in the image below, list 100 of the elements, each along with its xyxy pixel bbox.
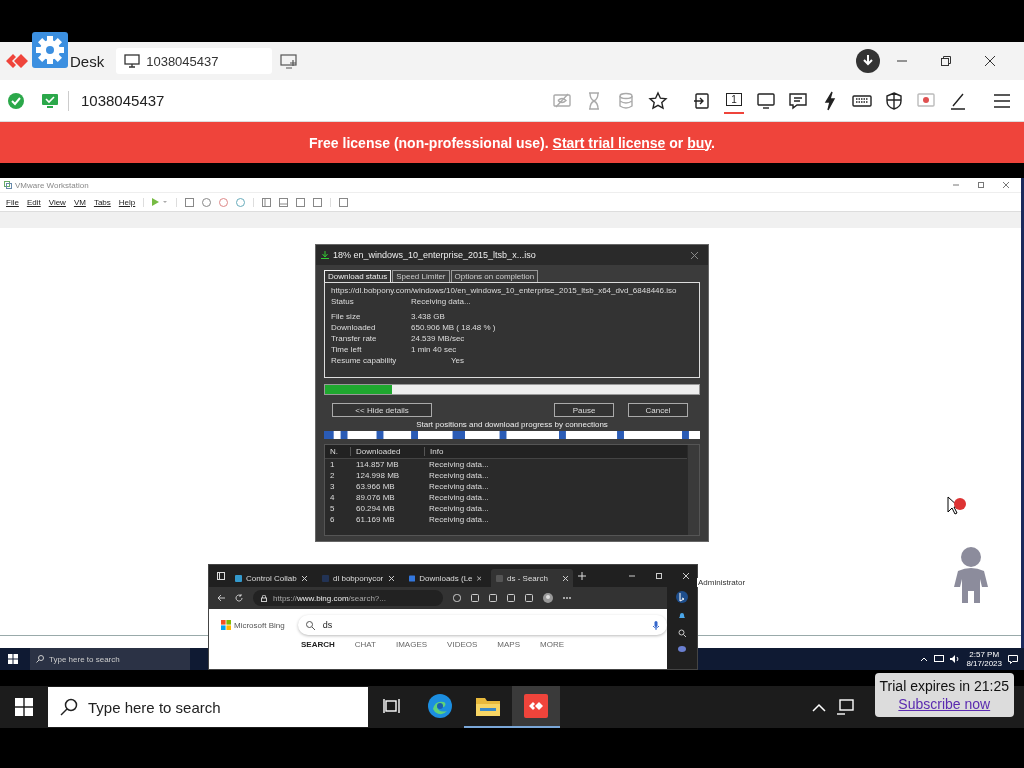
trial-notice: Trial expires in 21:25 bbox=[879, 677, 1009, 695]
table-cell-text: 5 bbox=[329, 504, 336, 513]
table-cell-text: 2 bbox=[329, 471, 336, 480]
search-field[interactable]: Type here to search bbox=[48, 687, 368, 727]
toolbar-icon[interactable] bbox=[262, 197, 272, 207]
table-cell-text: Receiving data... bbox=[428, 471, 490, 480]
network-icon[interactable] bbox=[934, 655, 945, 663]
chat-icon[interactable] bbox=[788, 90, 808, 111]
search-field[interactable]: ds bbox=[297, 615, 667, 635]
menu-item[interactable]: View bbox=[48, 197, 66, 207]
clock-time: 2:57 PM bbox=[969, 650, 1000, 659]
display-button[interactable]: 1 bbox=[724, 87, 744, 114]
network-icon[interactable] bbox=[836, 699, 854, 715]
scrollbar[interactable] bbox=[688, 445, 699, 535]
dialog-title: 18% en_windows_10_enterprise_2015_ltsb_x...iso bbox=[333, 250, 536, 260]
field-value: Yes bbox=[451, 356, 465, 366]
field-value: 24.539 MB/sec bbox=[411, 334, 465, 344]
table-cell-text: 114.857 MB bbox=[355, 460, 400, 469]
search-field[interactable]: Type here to search bbox=[30, 648, 190, 670]
volume-icon[interactable] bbox=[950, 655, 961, 663]
menu-item[interactable]: Tabs bbox=[93, 197, 111, 207]
column-header[interactable]: Downloaded bbox=[350, 447, 424, 456]
search-icon[interactable] bbox=[678, 629, 686, 637]
toolbar-icon[interactable] bbox=[507, 594, 515, 602]
logo-icon bbox=[6, 54, 30, 68]
close-icon[interactable] bbox=[985, 56, 995, 66]
task-view-icon[interactable] bbox=[383, 698, 401, 714]
new-session-icon[interactable] bbox=[280, 53, 299, 69]
window-title: VMware Workstation bbox=[15, 180, 89, 190]
field-value: 1 min 40 sec bbox=[411, 345, 457, 355]
restore-icon[interactable] bbox=[941, 56, 951, 66]
search-tab[interactable]: CHAT bbox=[354, 640, 376, 649]
menu-item[interactable]: File bbox=[6, 197, 19, 207]
toolbar-icon[interactable] bbox=[471, 594, 479, 602]
menu-item[interactable]: VM bbox=[73, 197, 86, 207]
toolbar-icon[interactable] bbox=[339, 197, 349, 207]
tooltip: Administrator bbox=[697, 578, 747, 587]
download-icon[interactable] bbox=[856, 49, 880, 73]
maximize-icon[interactable] bbox=[656, 573, 662, 579]
chevron-up-icon[interactable] bbox=[812, 702, 826, 712]
menu-item[interactable]: Help bbox=[118, 197, 136, 207]
search-tab[interactable]: IMAGES bbox=[395, 640, 428, 649]
field-label: Resume capability bbox=[331, 356, 398, 366]
cancel-button[interactable]: Cancel bbox=[628, 403, 688, 417]
tab[interactable]: Download status bbox=[324, 270, 392, 282]
search-tab[interactable]: SEARCH bbox=[301, 640, 335, 649]
monitor-icon bbox=[42, 93, 58, 108]
browser-tab[interactable]: ds - Search bbox=[491, 569, 573, 587]
windows-icon[interactable] bbox=[8, 654, 18, 664]
field-value: 3.438 GB bbox=[411, 312, 445, 322]
site-icon bbox=[496, 574, 503, 582]
remote-desktop-button[interactable] bbox=[512, 686, 560, 728]
chevron-up-icon[interactable] bbox=[920, 656, 929, 662]
browser-tab[interactable]: dl bobponycor bbox=[317, 569, 399, 587]
shield-icon[interactable] bbox=[884, 90, 904, 111]
star-icon[interactable] bbox=[648, 90, 668, 111]
bell-icon[interactable] bbox=[678, 612, 686, 620]
table-cell-text: 61.169 MB bbox=[355, 515, 396, 524]
new-tab-icon[interactable] bbox=[578, 572, 586, 580]
column-header[interactable]: Info bbox=[424, 447, 687, 456]
microphone-icon[interactable] bbox=[653, 620, 659, 630]
remote-address: 1038045437 bbox=[81, 92, 165, 109]
browser-tab[interactable]: Control Collab bbox=[230, 569, 312, 587]
search-tab[interactable]: MORE bbox=[540, 640, 564, 649]
toolbar-icon[interactable] bbox=[453, 594, 461, 602]
pause-button[interactable]: Pause bbox=[554, 403, 614, 417]
field-label: Transfer rate bbox=[331, 334, 378, 344]
minimize-icon[interactable] bbox=[629, 573, 635, 579]
windows-icon[interactable] bbox=[15, 698, 33, 716]
search-tab[interactable]: MAPS bbox=[497, 640, 520, 649]
table-cell-text: 60.294 MB bbox=[355, 504, 396, 513]
field-label: File size bbox=[331, 312, 362, 322]
toolbar-icon[interactable] bbox=[489, 594, 497, 602]
menu-item[interactable]: Edit bbox=[26, 197, 41, 207]
trial-license-link[interactable]: Start trial license bbox=[552, 134, 666, 151]
details-button[interactable]: << Hide details bbox=[332, 403, 432, 417]
table-cell-text: Receiving data... bbox=[428, 504, 490, 513]
brand-name: Microsoft Bing bbox=[234, 620, 285, 630]
download-url: https://dl.bobpony.com/windows/10/en_windows_10_enterprise_2015_ltsb_x64_dvd_6848446.iso bbox=[331, 286, 678, 296]
session-tab[interactable]: 1038045437 bbox=[116, 48, 273, 74]
toolbar-icon[interactable] bbox=[525, 594, 533, 602]
tab-actions-icon[interactable] bbox=[217, 572, 225, 580]
address-bar[interactable]: https://www.bing.com/search?... bbox=[253, 590, 443, 606]
browser-tab[interactable]: Downloads (Le bbox=[404, 569, 486, 587]
toolbar-icon[interactable] bbox=[678, 646, 686, 652]
search-icon bbox=[60, 698, 78, 716]
column-header[interactable]: N. bbox=[325, 447, 350, 456]
table-cell-text: 89.076 MB bbox=[355, 493, 396, 502]
settings-icon[interactable] bbox=[32, 32, 68, 68]
back-icon[interactable] bbox=[217, 594, 225, 602]
toolbar-icon[interactable] bbox=[279, 197, 289, 207]
notification-icon[interactable] bbox=[1008, 654, 1018, 664]
field-value: 650.906 MB ( 18.48 % ) bbox=[411, 323, 496, 333]
copilot-icon[interactable] bbox=[676, 591, 688, 603]
refresh-icon[interactable] bbox=[235, 594, 243, 602]
monitor-icon[interactable] bbox=[756, 90, 776, 111]
subscribe-link[interactable]: Subscribe now bbox=[898, 695, 991, 713]
enter-icon[interactable] bbox=[692, 90, 712, 111]
profile-icon[interactable] bbox=[543, 593, 553, 603]
search-tab[interactable]: VIDEOS bbox=[447, 640, 478, 649]
